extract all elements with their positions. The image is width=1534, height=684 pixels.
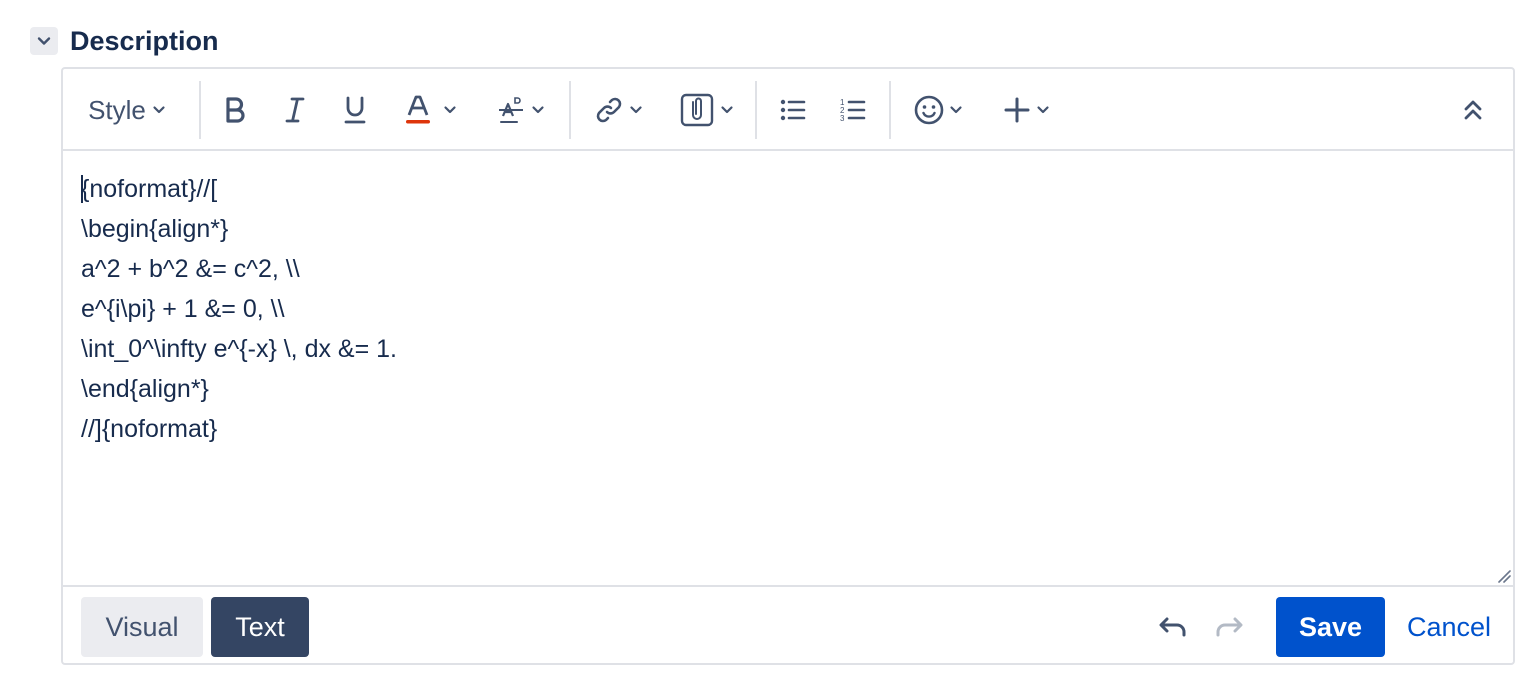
toolbar-separator	[569, 81, 571, 139]
italic-button[interactable]	[273, 87, 317, 133]
svg-text:3: 3	[840, 114, 845, 123]
bullet-list-button[interactable]	[771, 87, 815, 133]
resize-handle-icon[interactable]	[1497, 569, 1511, 583]
save-button[interactable]: Save	[1276, 597, 1385, 657]
toolbar-separator	[199, 81, 201, 139]
link-icon	[596, 97, 622, 123]
visual-mode-button[interactable]: Visual	[81, 597, 203, 657]
redo-icon	[1216, 617, 1243, 637]
editor-line-6: \end{align*}	[81, 375, 209, 403]
plus-icon	[1004, 97, 1030, 123]
double-chevron-up-icon	[1464, 100, 1482, 120]
undo-button[interactable]	[1151, 605, 1195, 649]
emoji-button[interactable]	[905, 87, 971, 133]
numbered-list-button[interactable]: 1 2 3	[831, 87, 875, 133]
editor-toolbar: Style 1 2 3	[63, 69, 1513, 151]
chevron-down-icon	[721, 106, 733, 114]
chevron-down-icon	[37, 37, 51, 45]
chevron-down-icon	[1037, 106, 1049, 114]
emoji-icon	[914, 95, 944, 125]
editor-line-5: \int_0^\infty e^{-x} \, dx &= 1.	[81, 335, 397, 363]
text-color-icon	[406, 95, 430, 124]
editor-line-2: \begin{align*}	[81, 215, 229, 243]
link-button[interactable]	[585, 87, 651, 133]
cancel-button[interactable]: Cancel	[1399, 597, 1499, 657]
editor-text-area[interactable]: {noformat}//[ \begin{align*} a^2 + b^2 &…	[63, 151, 1513, 585]
chevron-down-icon	[630, 106, 642, 114]
toolbar-separator	[889, 81, 891, 139]
description-header: Description	[30, 24, 219, 58]
insert-more-button[interactable]	[993, 87, 1059, 133]
redo-button[interactable]	[1207, 605, 1251, 649]
bold-button[interactable]	[213, 87, 257, 133]
undo-icon	[1159, 617, 1186, 637]
collapse-toggle-button[interactable]	[30, 27, 58, 55]
chevron-down-icon	[532, 106, 544, 114]
editor-line-4: e^{i\pi} + 1 &= 0, \\	[81, 295, 285, 323]
text-mode-button[interactable]: Text	[211, 597, 309, 657]
style-label: Style	[88, 94, 146, 125]
attachment-button[interactable]	[671, 87, 743, 133]
more-formatting-button[interactable]	[487, 87, 553, 133]
text-format-icon	[499, 97, 523, 123]
chevron-down-icon	[153, 106, 165, 114]
editor-footer: Visual Text Save Cancel	[63, 585, 1513, 663]
text-caret	[81, 175, 83, 203]
section-title: Description	[70, 25, 219, 56]
numbered-list-icon: 1 2 3	[840, 98, 866, 123]
chevron-down-icon	[444, 106, 456, 114]
editor-line-1: {noformat}//[	[81, 175, 218, 203]
rich-text-editor: Style 1 2 3 {noformat}//[\begin{align*}…	[61, 67, 1515, 665]
editor-line-7: //]{noformat}	[81, 415, 218, 443]
collapse-toolbar-button[interactable]	[1451, 87, 1495, 133]
chevron-down-icon	[950, 106, 962, 114]
italic-icon	[285, 97, 305, 123]
underline-icon	[344, 96, 366, 124]
underline-button[interactable]	[333, 87, 377, 133]
editor-line-3: a^2 + b^2 &= c^2, \\	[81, 255, 300, 283]
bold-icon	[226, 97, 245, 123]
text-color-button[interactable]	[393, 87, 465, 133]
style-dropdown[interactable]: Style	[77, 87, 177, 133]
toolbar-separator	[755, 81, 757, 139]
bullet-list-icon	[780, 99, 806, 121]
attachment-icon	[680, 93, 714, 127]
